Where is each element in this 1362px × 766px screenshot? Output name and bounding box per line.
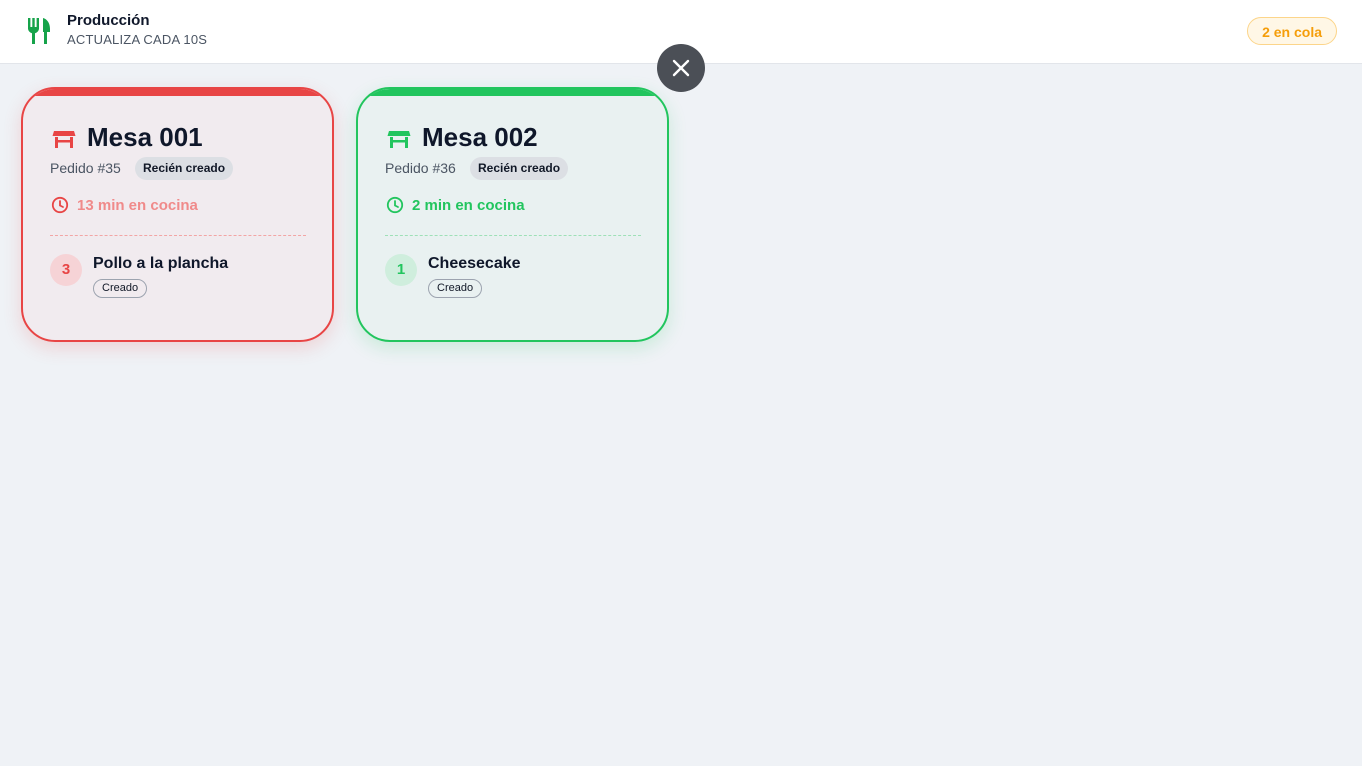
item-name: Cheesecake	[428, 255, 521, 272]
order-number: Pedido #35	[50, 160, 121, 176]
table-name: Mesa 001	[87, 122, 203, 152]
clock-icon	[51, 196, 69, 214]
order-number: Pedido #36	[385, 160, 456, 176]
clock-icon	[386, 196, 404, 214]
card-status-bar	[23, 89, 332, 96]
divider	[50, 235, 306, 236]
close-button[interactable]	[657, 44, 705, 92]
order-status-badge: Recién creado	[470, 157, 569, 180]
kitchen-time: 13 min en cocina	[77, 197, 198, 214]
order-card[interactable]: Mesa 002 Pedido #36 Recién creado 2 min …	[356, 87, 669, 342]
order-status-badge: Recién creado	[135, 157, 234, 180]
kitchen-time: 2 min en cocina	[412, 197, 525, 214]
item-name: Pollo a la plancha	[93, 255, 229, 272]
close-icon	[672, 59, 690, 77]
card-status-bar	[358, 89, 667, 96]
item-status-badge[interactable]: Creado	[93, 279, 148, 298]
table-icon	[387, 131, 411, 148]
item-quantity: 1	[385, 254, 417, 286]
table-name: Mesa 002	[422, 122, 538, 152]
item-status-badge[interactable]: Creado	[428, 279, 483, 298]
refresh-subtitle: ACTUALIZA CADA 10S	[67, 32, 208, 47]
table-icon	[52, 131, 76, 148]
order-card[interactable]: Mesa 001 Pedido #35 Recién creado 13 min…	[21, 87, 334, 342]
utensils-icon	[28, 18, 50, 44]
queue-count-badge: 2 en cola	[1247, 17, 1337, 45]
divider	[385, 235, 641, 236]
page-title: Producción	[67, 12, 150, 29]
item-quantity: 3	[50, 254, 82, 286]
